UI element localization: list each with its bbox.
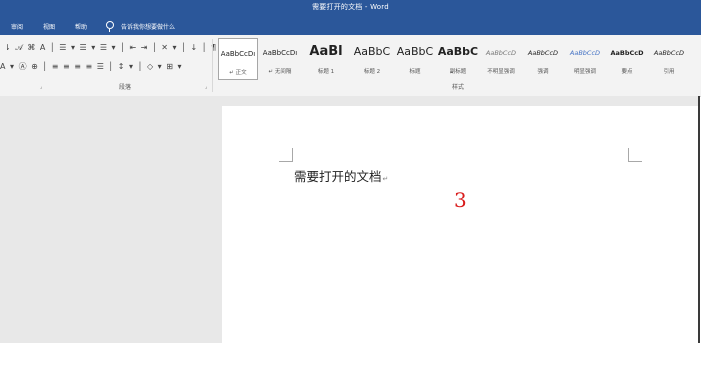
title-bar: 需要打开的文档 - Word: [0, 0, 701, 17]
paragraph-group-launcher-icon[interactable]: ⌟: [205, 84, 207, 90]
style-intense-emphasis[interactable]: AaBbCcD 明显强调: [564, 38, 606, 78]
margin-corner-top-left: [279, 148, 293, 162]
style-strong[interactable]: AaBbCcD 要点: [606, 38, 648, 78]
bottom-margin-area: [0, 343, 701, 367]
margin-corner-top-right: [628, 148, 642, 162]
styles-group-label: 样式: [452, 84, 465, 91]
menu-help[interactable]: 帮助: [75, 22, 87, 31]
font-group-launcher-icon[interactable]: ⌟: [40, 84, 42, 90]
style-quote[interactable]: AaBbCcD 引用: [648, 38, 690, 78]
style-no-spacing[interactable]: AaBbCcDı ↵ 无间隔: [260, 38, 300, 78]
navigation-pane: [0, 96, 222, 343]
ribbon: ⇂ 𝒜 ⌘ A │ ☰ ▾ ☰ ▾ ☰ ▾ │ ⇤ ⇥ │ ✕ ▾ │ ↓ │ …: [0, 35, 701, 97]
document-page[interactable]: 需要打开的文档↵ 3: [222, 106, 699, 343]
style-normal[interactable]: AaBbCcDı ↵ 正文: [218, 38, 258, 80]
style-subtle-emphasis[interactable]: AaBbCcD 不明显强调: [480, 38, 522, 78]
window-title: 需要打开的文档 - Word: [312, 3, 389, 11]
menu-view[interactable]: 视图: [43, 22, 55, 31]
style-emphasis[interactable]: AaBbCcD 强调: [522, 38, 564, 78]
paragraph-mark: ↵: [382, 175, 389, 183]
style-subtitle[interactable]: AaBbC 副标题: [436, 38, 480, 78]
ribbon-tools-row-2[interactable]: A ▾ Ⓐ ⊕ │ ≡ ≡ ≡ ≡ ☰ │ ↕ ▾ │ ◇ ▾ ⊞ ▾: [0, 61, 182, 72]
menu-review[interactable]: 审阅: [11, 22, 23, 31]
document-body-text[interactable]: 需要打开的文档↵: [294, 166, 388, 185]
group-divider: [212, 39, 213, 92]
paragraph-group-label: 段落: [119, 84, 132, 91]
ribbon-tools-row-1[interactable]: ⇂ 𝒜 ⌘ A │ ☰ ▾ ☰ ▾ ☰ ▾ │ ⇤ ⇥ │ ✕ ▾ │ ↓ │ …: [4, 43, 217, 53]
menu-bar: 审阅 视图 帮助 告诉我你想要做什么: [0, 17, 701, 35]
style-heading-2[interactable]: AaBbC 标题 2: [350, 38, 394, 78]
document-area[interactable]: 需要打开的文档↵ 3: [222, 96, 699, 343]
styles-gallery: AaBbCcDı ↵ 正文 AaBbCcDı ↵ 无间隔 AaBl 标题 1 A…: [216, 38, 701, 80]
style-title[interactable]: AaBbC 标题: [393, 38, 437, 78]
tell-me-box[interactable]: 告诉我你想要做什么: [121, 22, 175, 31]
window-right-border: [698, 96, 700, 343]
step-number-annotation: 3: [454, 188, 467, 212]
lightbulb-icon[interactable]: [106, 21, 114, 32]
body-text: 需要打开的文档: [294, 169, 382, 184]
style-heading-1[interactable]: AaBl 标题 1: [304, 38, 348, 78]
